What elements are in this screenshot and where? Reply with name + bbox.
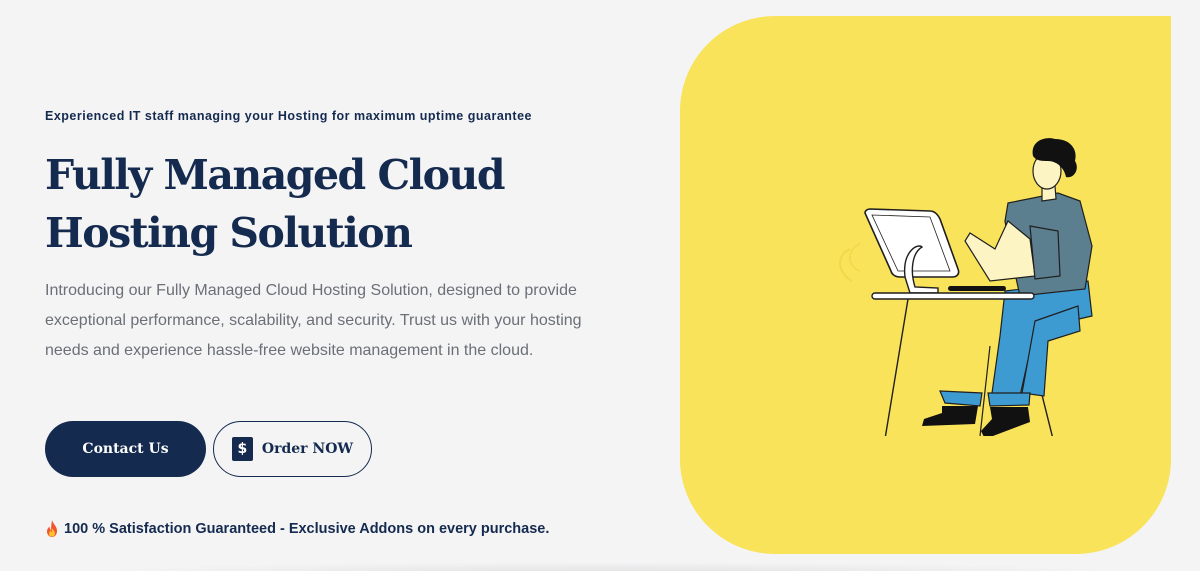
- guarantee-note: 100 % Satisfaction Guaranteed - Exclusiv…: [45, 520, 549, 537]
- hero-intro: Introducing our Fully Managed Cloud Host…: [45, 282, 582, 359]
- guarantee-text: 100 % Satisfaction Guaranteed - Exclusiv…: [64, 520, 550, 537]
- page-title-line-2: Hosting Solution: [45, 209, 413, 257]
- bottom-shadow: [90, 562, 1130, 571]
- dollar-icon: $: [231, 437, 253, 461]
- fire-icon: [47, 520, 57, 537]
- contact-us-label: Contact Us: [82, 441, 169, 457]
- order-now-label: Order NOW: [261, 441, 354, 457]
- contact-us-button[interactable]: Contact Us: [45, 421, 206, 477]
- page-title: Fully Managed Cloud Hosting Solution: [45, 146, 605, 262]
- hero-content: Experienced IT staff managing your Hosti…: [45, 0, 645, 571]
- page-title-line-1: Fully Managed Cloud: [45, 151, 506, 199]
- developer-at-computer-illustration: [839, 138, 1093, 436]
- order-now-button[interactable]: $ Order NOW: [213, 421, 372, 477]
- hero-illustration-card: [680, 16, 1171, 554]
- hero-eyebrow: Experienced IT staff managing your Hosti…: [45, 109, 532, 123]
